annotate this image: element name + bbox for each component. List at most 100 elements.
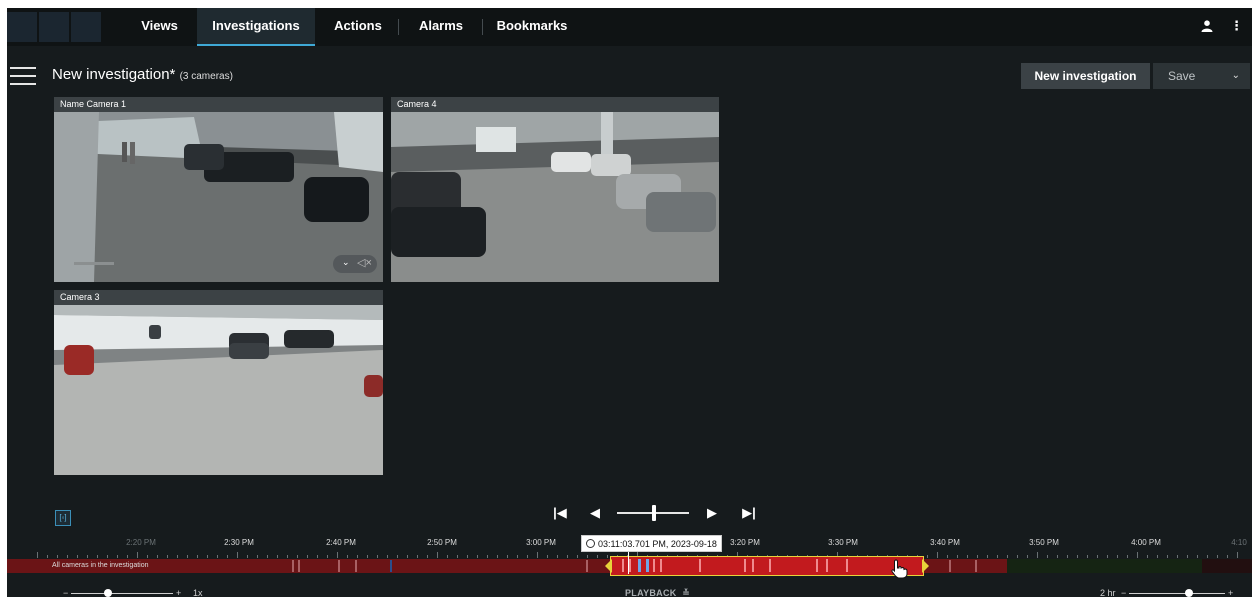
save-button[interactable]: Save ⌄: [1153, 63, 1250, 89]
camera-tile[interactable]: Camera 4: [391, 97, 719, 282]
skip-to-end-button[interactable]: ▶|: [741, 505, 757, 521]
timeline-tick: [1047, 555, 1048, 558]
camera-tile[interactable]: Camera 3: [54, 290, 383, 475]
timeline-tick: [1167, 555, 1168, 558]
time-label: 4:10: [1231, 538, 1247, 547]
selection-toggle-icon[interactable]: [◦]: [55, 510, 71, 526]
playback-label[interactable]: PLAYBACK ≚: [625, 588, 690, 597]
kebab-icon[interactable]: ⋮: [1230, 18, 1243, 34]
timeline-tick: [467, 555, 468, 558]
speed-slider-handle[interactable]: [652, 505, 656, 521]
camera-tile[interactable]: Name Camera 1 ⌄ ◁×: [54, 97, 383, 282]
timeline-tick: [1177, 555, 1178, 558]
range-decrease-button[interactable]: −: [1121, 588, 1126, 597]
event-marker: [949, 560, 951, 572]
zoom-in-button[interactable]: +: [176, 588, 181, 597]
timeline-tick: [117, 555, 118, 558]
camera-name: Camera 3: [54, 290, 383, 305]
timeline-tick: [947, 555, 948, 558]
app-window: Views Investigations Actions Alarms Book…: [7, 8, 1252, 597]
range-slider-track[interactable]: [1129, 593, 1225, 594]
timeline-tick: [1027, 555, 1028, 558]
tab-actions[interactable]: Actions: [324, 8, 392, 46]
timeline-tick: [227, 555, 228, 558]
zoom-slider-track[interactable]: [71, 593, 173, 594]
timeline-tick: [597, 555, 598, 558]
timeline-tick: [477, 555, 478, 558]
timeline-tick: [377, 555, 378, 558]
timeline-tick: [547, 555, 548, 558]
timeline-tick: [937, 552, 938, 558]
timeline-tick: [957, 555, 958, 558]
user-icon[interactable]: [1201, 20, 1213, 32]
mute-icon[interactable]: ◁×: [357, 256, 372, 269]
time-label: 2:40 PM: [326, 538, 356, 547]
range-increase-button[interactable]: +: [1228, 588, 1233, 597]
timeline-tick: [127, 555, 128, 558]
timeline-tick: [387, 555, 388, 558]
timeline-tick: [157, 555, 158, 558]
time-label: 3:20 PM: [730, 538, 760, 547]
event-marker: [298, 560, 300, 572]
track-label: All cameras in the investigation: [52, 562, 149, 569]
timeline-tick: [337, 552, 338, 558]
timeline-tick: [277, 555, 278, 558]
timeline-tick: [357, 555, 358, 558]
selected-time-range[interactable]: [610, 556, 924, 576]
skip-to-start-button[interactable]: |◀: [552, 505, 568, 521]
time-label: 3:40 PM: [930, 538, 960, 547]
timeline-tick: [1057, 555, 1058, 558]
timeline-tick: [367, 555, 368, 558]
event-marker: [338, 560, 340, 572]
clock-icon: [586, 539, 595, 548]
timeline-tick: [1107, 555, 1108, 558]
tile-controls[interactable]: ⌄ ◁×: [333, 255, 377, 273]
timeline-tick: [1127, 555, 1128, 558]
timeline-tick: [57, 555, 58, 558]
timeline-tick: [447, 555, 448, 558]
event-marker: [355, 560, 357, 572]
timeline-tick: [1007, 555, 1008, 558]
tab-views[interactable]: Views: [128, 8, 191, 46]
hand-cursor-icon: [891, 559, 908, 579]
camera-name: Camera 4: [391, 97, 719, 112]
camera-count: (3 cameras): [179, 71, 233, 82]
timeline-tick: [137, 552, 138, 558]
menu-icon[interactable]: [10, 67, 36, 85]
timeline-tick: [497, 555, 498, 558]
time-label: 4:00 PM: [1131, 538, 1161, 547]
playhead-time-tooltip: 03:11:03.701 PM, 2023-09-18: [581, 535, 722, 552]
page-title: New investigation* (3 cameras): [52, 66, 233, 83]
timeline-tick: [1067, 555, 1068, 558]
zoom-slider-handle[interactable]: [104, 589, 112, 597]
timeline-tick: [397, 555, 398, 558]
tab-investigations[interactable]: Investigations: [197, 8, 315, 46]
timeline-tick: [177, 555, 178, 558]
timeline-tick: [1157, 555, 1158, 558]
timeline-tick: [1037, 552, 1038, 558]
camera-feed-image: [54, 112, 383, 282]
zoom-out-button[interactable]: −: [63, 588, 68, 597]
timeline-tick: [557, 555, 558, 558]
time-label: 2:30 PM: [224, 538, 254, 547]
step-back-button[interactable]: ◀: [588, 505, 602, 521]
timeline-tick: [287, 555, 288, 558]
timeline-tick: [77, 555, 78, 558]
timeline-tick: [437, 552, 438, 558]
tab-alarms[interactable]: Alarms: [406, 8, 476, 46]
event-marker: [975, 560, 977, 572]
range-slider-handle[interactable]: [1185, 589, 1193, 597]
nav-divider: [482, 19, 483, 35]
event-marker: [586, 560, 588, 572]
tab-bookmarks[interactable]: Bookmarks: [490, 8, 574, 46]
timeline-tick: [1207, 555, 1208, 558]
step-forward-button[interactable]: ▶: [705, 505, 719, 521]
timeline-tick: [587, 555, 588, 558]
timeline-tick: [567, 555, 568, 558]
timeline-tick: [1197, 555, 1198, 558]
chevron-down-icon[interactable]: ⌄: [342, 257, 350, 268]
new-investigation-button[interactable]: New investigation: [1021, 63, 1150, 89]
timeline-tick: [1187, 555, 1188, 558]
time-label: 2:20 PM: [126, 538, 156, 547]
no-recording-segment: [1007, 559, 1202, 573]
